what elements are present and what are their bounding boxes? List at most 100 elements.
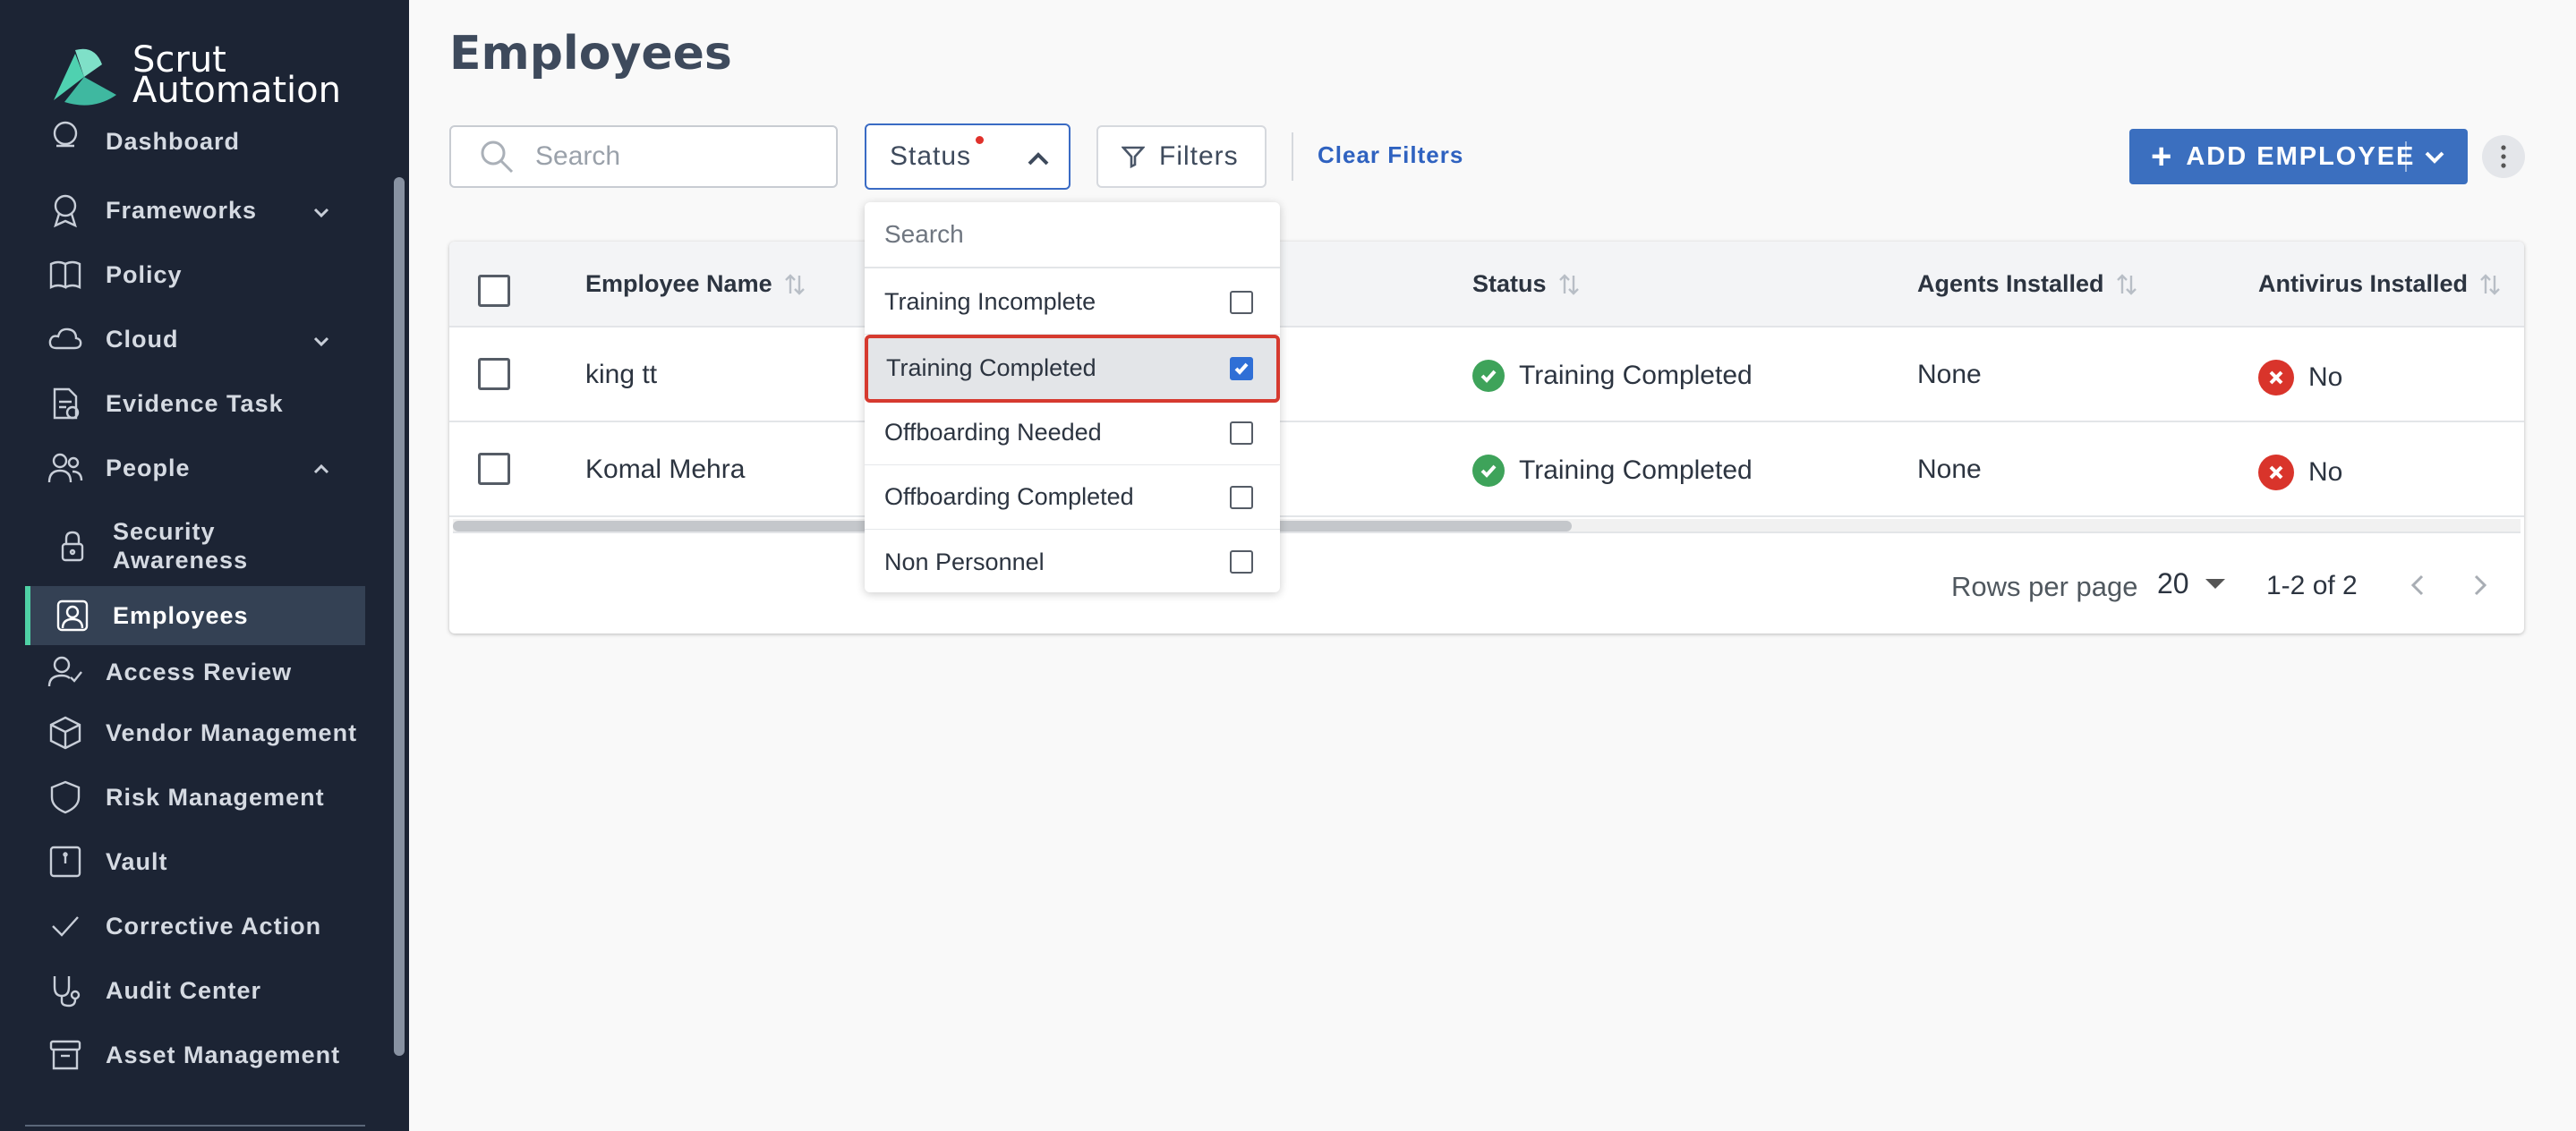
more-vertical-icon (2501, 145, 2506, 168)
sidebar-item-label: Vault (106, 847, 168, 875)
user-check-icon (45, 651, 86, 693)
pagination-range: 1-2 of 2 (2266, 571, 2358, 600)
column-label: Status (1472, 270, 1547, 297)
sort-icon[interactable] (1557, 272, 1581, 297)
sidebar-item-policy[interactable]: Policy (25, 245, 365, 304)
option-checkbox[interactable] (1230, 291, 1253, 314)
check-icon (45, 906, 86, 947)
sidebar-item-risk-management[interactable]: Risk Management (25, 768, 365, 827)
more-options-button[interactable] (2482, 135, 2525, 178)
search-icon (481, 140, 514, 174)
award-icon (45, 190, 86, 231)
plus-icon: + (2151, 137, 2172, 176)
sidebar-item-asset-management[interactable]: Asset Management (25, 1025, 365, 1084)
caret-down-icon (2205, 579, 2225, 589)
dropdown-search-input[interactable] (884, 220, 1242, 249)
toolbar-divider (1292, 132, 1293, 181)
status-option-non-personnel[interactable]: Non Personnel (865, 530, 1280, 594)
table-row[interactable]: king tt Training Completed None No (449, 327, 2524, 422)
clear-filters-link[interactable]: Clear Filters (1318, 141, 1463, 169)
chevron-down-icon[interactable] (311, 329, 331, 349)
sidebar-scrollbar[interactable] (394, 177, 405, 1056)
status-dropdown-menu: Training Incomplete Training Completed O… (865, 202, 1280, 592)
status-option-training-incomplete[interactable]: Training Incomplete (865, 270, 1280, 335)
status-filter-button[interactable]: Status (865, 123, 1070, 190)
sort-icon[interactable] (783, 272, 806, 297)
rows-per-page-value: 20 (2157, 567, 2189, 600)
sidebar-item-vault[interactable]: Vault (25, 832, 365, 891)
option-label: Offboarding Needed (884, 419, 1102, 446)
filters-button[interactable]: Filters (1096, 125, 1267, 188)
next-page-button[interactable] (2463, 569, 2495, 601)
sidebar-item-security-awareness[interactable]: Security Awareness (25, 510, 365, 582)
column-antivirus-installed[interactable]: Antivirus Installed (2258, 270, 2502, 298)
employee-name-cell[interactable]: king tt (585, 360, 657, 390)
sidebar-item-label: Risk Management (106, 783, 325, 811)
sidebar-item-corrective-action[interactable]: Corrective Action (25, 897, 365, 956)
brand-name: Scrut Automation (132, 39, 341, 111)
option-checkbox[interactable] (1230, 486, 1253, 509)
option-checkbox[interactable] (1230, 550, 1253, 574)
search-field[interactable] (449, 125, 838, 188)
status-option-offboarding-needed[interactable]: Offboarding Needed (865, 401, 1280, 465)
sidebar-item-label: Policy (106, 260, 183, 288)
column-status[interactable]: Status (1472, 270, 1581, 298)
row-checkbox[interactable] (478, 358, 510, 390)
sort-icon[interactable] (2115, 272, 2138, 297)
sidebar-item-frameworks[interactable]: Frameworks (25, 181, 365, 240)
chevron-up-icon[interactable] (311, 458, 331, 478)
add-employee-label: ADD EMPLOYEE (2186, 141, 2416, 171)
x-circle-icon (2258, 455, 2294, 490)
previous-page-button[interactable] (2402, 569, 2435, 601)
brand-logo[interactable]: Scrut Automation (48, 41, 341, 109)
column-employee-name[interactable]: Employee Name (585, 270, 806, 298)
x-circle-icon (2258, 360, 2294, 395)
select-all-checkbox[interactable] (478, 275, 510, 307)
table-row[interactable]: Komal Mehra Training Completed None No (449, 422, 2524, 517)
users-icon (45, 447, 86, 489)
status-option-offboarding-completed[interactable]: Offboarding Completed (865, 465, 1280, 530)
status-cell: Training Completed (1472, 455, 1753, 487)
rows-per-page-select[interactable]: 20 (2157, 567, 2225, 600)
column-label: Antivirus Installed (2258, 270, 2469, 297)
stethoscope-icon (45, 970, 86, 1011)
add-employee-button[interactable]: + ADD EMPLOYEE (2129, 129, 2468, 184)
option-checkbox[interactable] (1230, 357, 1253, 380)
rows-per-page-label: Rows per page (1951, 571, 2138, 602)
sidebar-item-access-review[interactable]: Access Review (25, 642, 365, 702)
status-text: Training Completed (1519, 361, 1753, 390)
sidebar-item-label: Evidence Task (106, 389, 284, 417)
column-agents-installed[interactable]: Agents Installed (1917, 270, 2138, 298)
agents-installed-cell: None (1917, 360, 1982, 389)
employee-name-cell[interactable]: Komal Mehra (585, 455, 745, 485)
sidebar-item-label: Security Awareness (113, 518, 249, 574)
chevron-down-icon[interactable] (311, 200, 331, 220)
dashboard-icon (45, 116, 86, 156)
option-label: Training Incomplete (884, 288, 1096, 315)
vault-icon (45, 841, 86, 882)
chevron-down-icon[interactable] (2421, 143, 2448, 170)
sidebar-item-evidence-task[interactable]: Evidence Task (25, 374, 365, 433)
antivirus-text: No (2308, 362, 2343, 392)
sort-icon[interactable] (2478, 272, 2502, 297)
option-checkbox[interactable] (1230, 421, 1253, 445)
sidebar-item-employees[interactable]: Employees (25, 586, 365, 645)
sidebar-item-cloud[interactable]: Cloud (25, 310, 365, 369)
document-check-icon (45, 383, 86, 424)
page-title: Employees (449, 27, 732, 81)
sidebar-item-people[interactable]: People (25, 438, 365, 497)
sidebar-item-dashboard[interactable]: Dashboard (25, 116, 365, 156)
sidebar: Scrut Automation Dashboard Frameworks Po… (0, 0, 409, 1131)
row-checkbox[interactable] (478, 453, 510, 485)
sidebar-item-label: Audit Center (106, 976, 261, 1004)
user-badge-icon (52, 595, 93, 636)
dropdown-search[interactable] (865, 202, 1280, 268)
sidebar-item-audit-center[interactable]: Audit Center (25, 961, 365, 1020)
active-filter-dot (976, 136, 984, 144)
agents-installed-cell: None (1917, 455, 1982, 484)
search-input[interactable] (535, 141, 804, 172)
status-option-training-completed[interactable]: Training Completed (865, 335, 1280, 403)
sidebar-item-vendor-management[interactable]: Vendor Management (25, 703, 365, 762)
sidebar-item-label: People (106, 454, 191, 481)
filters-label: Filters (1159, 141, 1239, 171)
